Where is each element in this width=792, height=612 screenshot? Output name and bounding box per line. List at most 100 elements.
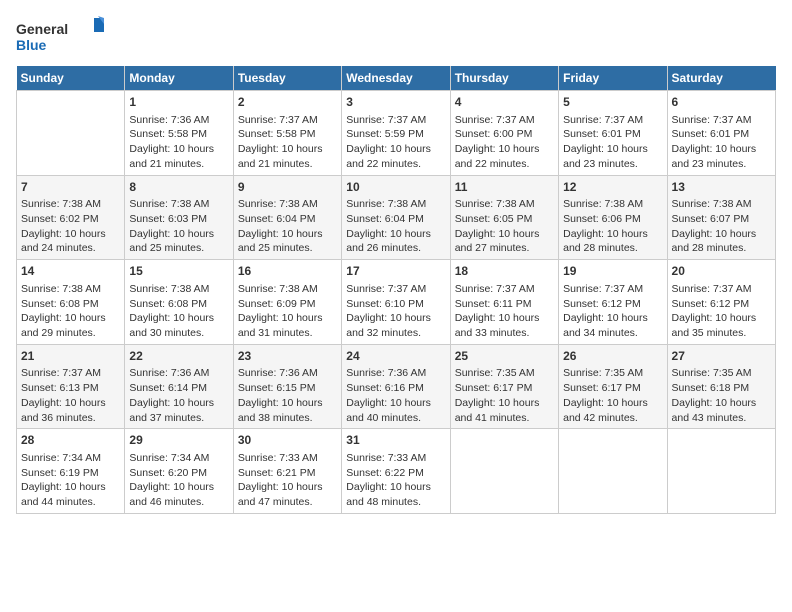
day-number: 13 [672, 179, 771, 196]
calendar-cell: 29Sunrise: 7:34 AM Sunset: 6:20 PM Dayli… [125, 429, 233, 514]
calendar-cell: 22Sunrise: 7:36 AM Sunset: 6:14 PM Dayli… [125, 344, 233, 429]
day-info: Sunrise: 7:37 AM Sunset: 6:12 PM Dayligh… [563, 282, 662, 341]
day-number: 22 [129, 348, 228, 365]
col-header-sunday: Sunday [17, 66, 125, 91]
day-number: 3 [346, 94, 445, 111]
week-row-1: 1 Sunrise: 7:36 AM Sunset: 5:58 PM Daylig… [17, 91, 776, 176]
week-row-2: 7Sunrise: 7:38 AM Sunset: 6:02 PM Daylig… [17, 175, 776, 260]
day-number: 30 [238, 432, 337, 449]
day-number: 19 [563, 263, 662, 280]
day-number: 27 [672, 348, 771, 365]
col-header-tuesday: Tuesday [233, 66, 341, 91]
day-number: 14 [21, 263, 120, 280]
day-number: 2 [238, 94, 337, 111]
day-number: 20 [672, 263, 771, 280]
calendar-cell: 26Sunrise: 7:35 AM Sunset: 6:17 PM Dayli… [559, 344, 667, 429]
day-info: Sunrise: 7:37 AM Sunset: 6:12 PM Dayligh… [672, 282, 771, 341]
day-info: Sunrise: 7:38 AM Sunset: 6:04 PM Dayligh… [346, 197, 445, 256]
calendar-cell [17, 91, 125, 176]
day-number: 8 [129, 179, 228, 196]
day-info: Sunrise: 7:36 AM Sunset: 6:15 PM Dayligh… [238, 366, 337, 425]
day-info: Sunrise: 7:36 AM Sunset: 5:58 PM Dayligh… [129, 113, 228, 172]
col-header-saturday: Saturday [667, 66, 775, 91]
day-number: 18 [455, 263, 554, 280]
calendar-cell: 5 Sunrise: 7:37 AM Sunset: 6:01 PM Daylig… [559, 91, 667, 176]
day-number: 11 [455, 179, 554, 196]
header: General Blue [16, 16, 776, 56]
calendar-cell: 20 Sunrise: 7:37 AM Sunset: 6:12 PM Dayli… [667, 260, 775, 345]
calendar-cell: 3 Sunrise: 7:37 AM Sunset: 5:59 PM Daylig… [342, 91, 450, 176]
logo: General Blue [16, 16, 106, 56]
calendar-cell: 12Sunrise: 7:38 AM Sunset: 6:06 PM Dayli… [559, 175, 667, 260]
day-info: Sunrise: 7:34 AM Sunset: 6:20 PM Dayligh… [129, 451, 228, 510]
header-row: SundayMondayTuesdayWednesdayThursdayFrid… [17, 66, 776, 91]
calendar-table: SundayMondayTuesdayWednesdayThursdayFrid… [16, 66, 776, 514]
day-number: 1 [129, 94, 228, 111]
day-info: Sunrise: 7:37 AM Sunset: 6:10 PM Dayligh… [346, 282, 445, 341]
day-number: 16 [238, 263, 337, 280]
day-info: Sunrise: 7:37 AM Sunset: 6:01 PM Dayligh… [563, 113, 662, 172]
calendar-cell: 25Sunrise: 7:35 AM Sunset: 6:17 PM Dayli… [450, 344, 558, 429]
calendar-cell [667, 429, 775, 514]
day-info: Sunrise: 7:37 AM Sunset: 6:00 PM Dayligh… [455, 113, 554, 172]
day-info: Sunrise: 7:38 AM Sunset: 6:07 PM Dayligh… [672, 197, 771, 256]
calendar-cell: 10Sunrise: 7:38 AM Sunset: 6:04 PM Dayli… [342, 175, 450, 260]
day-number: 28 [21, 432, 120, 449]
day-number: 6 [672, 94, 771, 111]
day-number: 4 [455, 94, 554, 111]
svg-text:Blue: Blue [16, 37, 47, 53]
day-number: 7 [21, 179, 120, 196]
day-info: Sunrise: 7:37 AM Sunset: 5:58 PM Dayligh… [238, 113, 337, 172]
day-info: Sunrise: 7:38 AM Sunset: 6:02 PM Dayligh… [21, 197, 120, 256]
calendar-cell: 16 Sunrise: 7:38 AM Sunset: 6:09 PM Dayli… [233, 260, 341, 345]
day-number: 31 [346, 432, 445, 449]
calendar-cell: 1 Sunrise: 7:36 AM Sunset: 5:58 PM Daylig… [125, 91, 233, 176]
day-number: 17 [346, 263, 445, 280]
day-info: Sunrise: 7:37 AM Sunset: 6:01 PM Dayligh… [672, 113, 771, 172]
day-number: 23 [238, 348, 337, 365]
calendar-cell: 19 Sunrise: 7:37 AM Sunset: 6:12 PM Dayli… [559, 260, 667, 345]
calendar-cell: 2 Sunrise: 7:37 AM Sunset: 5:58 PM Daylig… [233, 91, 341, 176]
calendar-cell: 15Sunrise: 7:38 AM Sunset: 6:08 PM Dayli… [125, 260, 233, 345]
calendar-cell: 9Sunrise: 7:38 AM Sunset: 6:04 PM Daylig… [233, 175, 341, 260]
logo-svg: General Blue [16, 16, 106, 56]
calendar-cell [559, 429, 667, 514]
day-info: Sunrise: 7:37 AM Sunset: 6:11 PM Dayligh… [455, 282, 554, 341]
calendar-cell: 13Sunrise: 7:38 AM Sunset: 6:07 PM Dayli… [667, 175, 775, 260]
calendar-cell: 21Sunrise: 7:37 AM Sunset: 6:13 PM Dayli… [17, 344, 125, 429]
calendar-cell: 4 Sunrise: 7:37 AM Sunset: 6:00 PM Daylig… [450, 91, 558, 176]
day-info: Sunrise: 7:33 AM Sunset: 6:22 PM Dayligh… [346, 451, 445, 510]
col-header-monday: Monday [125, 66, 233, 91]
calendar-cell: 30 Sunrise: 7:33 AM Sunset: 6:21 PM Dayli… [233, 429, 341, 514]
day-info: Sunrise: 7:38 AM Sunset: 6:05 PM Dayligh… [455, 197, 554, 256]
calendar-cell: 6 Sunrise: 7:37 AM Sunset: 6:01 PM Daylig… [667, 91, 775, 176]
col-header-friday: Friday [559, 66, 667, 91]
day-info: Sunrise: 7:34 AM Sunset: 6:19 PM Dayligh… [21, 451, 120, 510]
day-info: Sunrise: 7:38 AM Sunset: 6:09 PM Dayligh… [238, 282, 337, 341]
day-number: 10 [346, 179, 445, 196]
calendar-cell: 24Sunrise: 7:36 AM Sunset: 6:16 PM Dayli… [342, 344, 450, 429]
col-header-thursday: Thursday [450, 66, 558, 91]
calendar-cell: 11Sunrise: 7:38 AM Sunset: 6:05 PM Dayli… [450, 175, 558, 260]
calendar-cell: 31 Sunrise: 7:33 AM Sunset: 6:22 PM Dayli… [342, 429, 450, 514]
day-info: Sunrise: 7:35 AM Sunset: 6:18 PM Dayligh… [672, 366, 771, 425]
calendar-cell: 23Sunrise: 7:36 AM Sunset: 6:15 PM Dayli… [233, 344, 341, 429]
day-number: 15 [129, 263, 228, 280]
day-info: Sunrise: 7:37 AM Sunset: 5:59 PM Dayligh… [346, 113, 445, 172]
week-row-3: 14Sunrise: 7:38 AM Sunset: 6:08 PM Dayli… [17, 260, 776, 345]
day-number: 25 [455, 348, 554, 365]
main-container: General Blue SundayMondayTuesdayWednesda… [0, 0, 792, 522]
day-number: 5 [563, 94, 662, 111]
day-number: 21 [21, 348, 120, 365]
day-info: Sunrise: 7:36 AM Sunset: 6:14 PM Dayligh… [129, 366, 228, 425]
day-number: 24 [346, 348, 445, 365]
day-number: 12 [563, 179, 662, 196]
week-row-4: 21Sunrise: 7:37 AM Sunset: 6:13 PM Dayli… [17, 344, 776, 429]
calendar-cell [450, 429, 558, 514]
day-info: Sunrise: 7:33 AM Sunset: 6:21 PM Dayligh… [238, 451, 337, 510]
calendar-cell: 8Sunrise: 7:38 AM Sunset: 6:03 PM Daylig… [125, 175, 233, 260]
day-info: Sunrise: 7:37 AM Sunset: 6:13 PM Dayligh… [21, 366, 120, 425]
calendar-cell: 27Sunrise: 7:35 AM Sunset: 6:18 PM Dayli… [667, 344, 775, 429]
day-info: Sunrise: 7:36 AM Sunset: 6:16 PM Dayligh… [346, 366, 445, 425]
col-header-wednesday: Wednesday [342, 66, 450, 91]
